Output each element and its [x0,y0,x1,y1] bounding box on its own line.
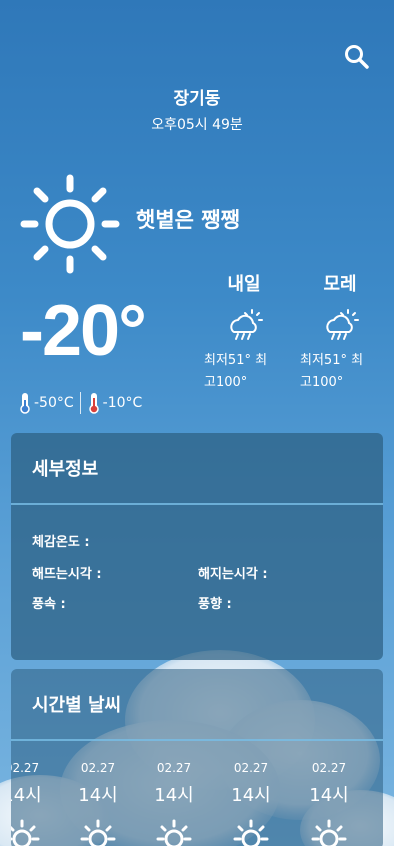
search-button[interactable] [342,42,372,72]
hourly-card: 시간별 날씨 02.27 14시 02.27 14시 02.27 14시 02.… [11,669,383,846]
hourly-date: 02.27 [311,761,347,775]
hourly-title: 시간별 날씨 [11,669,383,741]
hourly-item: 02.27 14시 [216,761,286,846]
sun-icon [80,819,116,846]
forecast-line-1: 최저51° 최 [300,353,364,368]
sunrise-label: 해뜨는시각 : [32,567,102,582]
forecast-day: 모레 [323,274,357,295]
hourly-scroll[interactable]: 02.27 14시 02.27 14시 02.27 14시 02.27 14시 … [11,741,383,846]
forecast-tomorrow: 내일 최저51° 최 고100° [202,270,286,394]
forecast-line-2: 고100° [204,375,248,390]
rain-sun-icon [230,309,263,340]
window-edge [394,0,402,846]
hourly-date: 02.27 [156,761,192,775]
hourly-hour: 14시 [309,785,349,806]
wind-speed-label: 풍속 : [32,597,66,612]
hourly-item: 02.27 14시 [294,761,364,846]
hourly-date: 02.27 [11,761,40,775]
search-icon [345,45,369,69]
wind-direction-label: 풍향 : [198,597,232,612]
forecast-line-2: 고100° [300,375,344,390]
hourly-item: 02.27 14시 [139,761,209,846]
forecast-day-after: 모레 최저51° 최 고100° [298,270,382,394]
sun-icon [311,819,347,846]
sun-icon [233,819,269,846]
details-card: 세부정보 체감온도 : 해뜨는시각 : 해지는시각 : 풍속 : 풍향 : [11,433,383,660]
sunset-label: 해지는시각 : [198,567,268,582]
hourly-item: 02.27 14시 [11,761,57,846]
current-time: 오후05시 49분 [151,117,243,133]
rain-sun-icon [326,309,359,340]
hourly-hour: 14시 [78,785,118,806]
sun-icon [156,819,192,846]
forecast-line-1: 최저51° 최 [204,353,268,368]
sun-icon [11,819,40,846]
forecast-day: 내일 [227,274,261,295]
current-temperature: -20° [20,291,147,371]
feels-like-label: 체감온도 : [32,535,90,550]
divider [79,392,81,414]
thermometer-cold-icon [20,393,30,414]
max-temperature: -10°C [102,395,143,411]
hourly-hour: 14시 [231,785,271,806]
sun-icon [20,174,120,274]
thermometer-hot-icon [88,393,99,414]
hourly-hour: 14시 [154,785,194,806]
details-title: 세부정보 [11,433,383,505]
hourly-item: 02.27 14시 [63,761,133,846]
weather-condition: 햇볕은 쨍쨍 [136,208,240,232]
hourly-date: 02.27 [233,761,269,775]
hourly-date: 02.27 [80,761,116,775]
min-max-temperature: -50°C -10°C [18,392,142,414]
min-temperature: -50°C [34,395,74,411]
location-name: 장기동 [173,89,221,109]
hourly-hour: 14시 [11,785,42,806]
